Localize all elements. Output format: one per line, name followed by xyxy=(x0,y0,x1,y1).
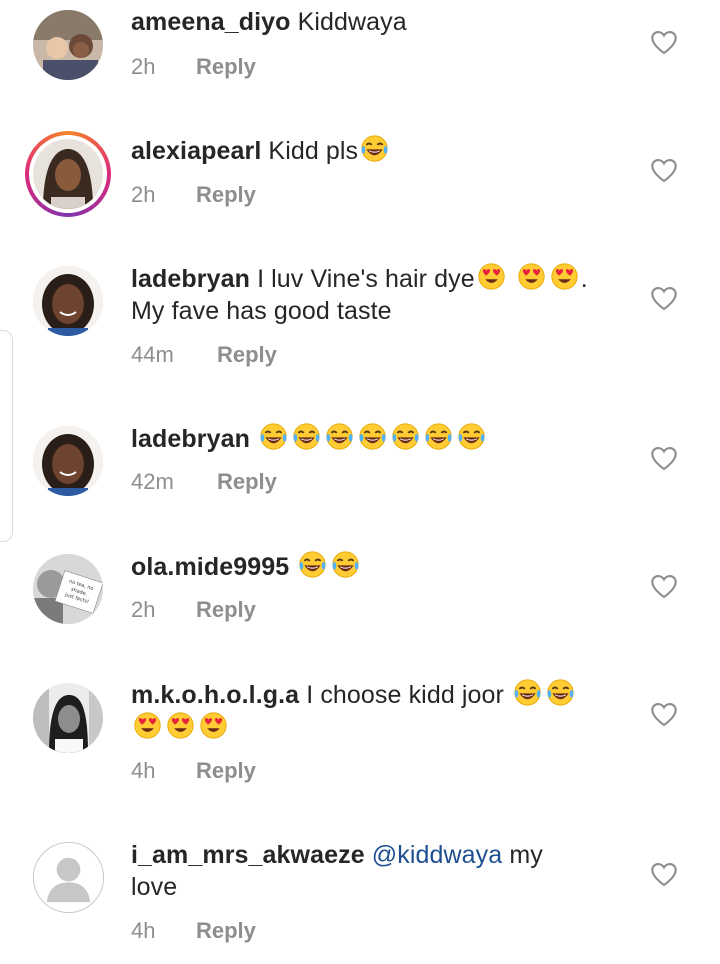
heart-outline-icon[interactable] xyxy=(650,157,678,183)
comment-meta: 2h Reply xyxy=(131,597,256,623)
comment-meta: 44m Reply xyxy=(131,342,277,368)
heart-outline-icon[interactable] xyxy=(650,861,678,887)
avatar[interactable] xyxy=(33,426,103,496)
avatar[interactable] xyxy=(33,683,103,753)
comment-username[interactable]: ladebryan xyxy=(131,425,250,453)
face-with-tears-of-joy-emoji xyxy=(391,422,420,451)
comment-body: my xyxy=(509,841,543,869)
comment-body-line2: My fave has good taste xyxy=(131,297,392,325)
heart-eyes-emoji xyxy=(477,262,506,291)
comment-text: alexiapearl Kidd pls xyxy=(131,134,621,167)
heart-eyes-emoji xyxy=(517,262,546,291)
comment-meta: 42m Reply xyxy=(131,469,277,495)
comment-text: i_am_mrs_akwaeze @kiddwaya my love xyxy=(131,839,621,903)
reply-button[interactable]: Reply xyxy=(196,54,256,80)
avatar[interactable] xyxy=(25,131,111,217)
heart-outline-icon[interactable] xyxy=(650,573,678,599)
reply-button[interactable]: Reply xyxy=(196,182,256,208)
face-with-tears-of-joy-emoji xyxy=(292,422,321,451)
comment-time: 42m xyxy=(131,469,174,494)
face-with-tears-of-joy-emoji xyxy=(325,422,354,451)
heart-outline-icon[interactable] xyxy=(650,285,678,311)
reply-button[interactable]: Reply xyxy=(217,342,277,368)
reply-button[interactable]: Reply xyxy=(196,758,256,784)
reply-button[interactable]: Reply xyxy=(196,597,256,623)
face-with-tears-of-joy-emoji xyxy=(298,550,327,579)
comment-body: Kidd pls xyxy=(268,137,359,165)
face-with-tears-of-joy-emoji xyxy=(457,422,486,451)
comment-body: I luv Vine's hair dye xyxy=(257,265,475,293)
comment-username[interactable]: m.k.o.h.o.l.g.a xyxy=(131,681,299,709)
comment-time: 44m xyxy=(131,342,174,367)
comment-username[interactable]: alexiapearl xyxy=(131,137,261,165)
face-with-tears-of-joy-emoji xyxy=(331,550,360,579)
avatar[interactable] xyxy=(33,10,103,80)
comment-meta: 2h Reply xyxy=(131,182,256,208)
avatar[interactable] xyxy=(33,266,103,336)
heart-outline-icon[interactable] xyxy=(650,445,678,471)
avatar[interactable]: no tea, noshade,just facts! xyxy=(33,554,103,624)
comment-meta: 4h Reply xyxy=(131,758,256,784)
comment-body: Kiddwaya xyxy=(297,8,407,36)
heart-outline-icon[interactable] xyxy=(650,701,678,727)
face-with-tears-of-joy-emoji xyxy=(358,422,387,451)
comment-username[interactable]: i_am_mrs_akwaeze xyxy=(131,841,365,869)
heart-outline-icon[interactable] xyxy=(650,29,678,55)
side-panel-edge xyxy=(0,330,13,542)
heart-eyes-emoji xyxy=(133,711,162,740)
comment-time: 2h xyxy=(131,182,156,207)
comment-meta: 2h Reply xyxy=(131,54,256,80)
comment-username[interactable]: ladebryan xyxy=(131,265,250,293)
comment-text: ameena_diyo Kiddwaya xyxy=(131,6,621,38)
heart-eyes-emoji xyxy=(166,711,195,740)
comment-username[interactable]: ola.mide9995 xyxy=(131,553,289,581)
comment-text: ola.mide9995 xyxy=(131,550,621,583)
comment-time: 2h xyxy=(131,597,156,622)
comment-text: m.k.o.h.o.l.g.a I choose kidd joor xyxy=(131,678,621,744)
comment-text: ladebryan xyxy=(131,422,621,455)
face-with-tears-of-joy-emoji xyxy=(546,678,575,707)
comment-body-line2: love xyxy=(131,873,178,901)
face-with-tears-of-joy-emoji xyxy=(360,134,389,163)
heart-eyes-emoji xyxy=(550,262,579,291)
avatar[interactable] xyxy=(33,842,104,913)
face-with-tears-of-joy-emoji xyxy=(513,678,542,707)
comment-meta: 4h Reply xyxy=(131,918,256,944)
comment-time: 4h xyxy=(131,918,156,943)
comment-body-end: . xyxy=(580,265,588,293)
mention-link[interactable]: @kiddwaya xyxy=(372,841,503,869)
heart-eyes-emoji xyxy=(199,711,228,740)
reply-button[interactable]: Reply xyxy=(196,918,256,944)
comment-text: ladebryan I luv Vine's hair dye . My fav… xyxy=(131,262,621,327)
comment-time: 4h xyxy=(131,758,156,783)
face-with-tears-of-joy-emoji xyxy=(259,422,288,451)
face-with-tears-of-joy-emoji xyxy=(424,422,453,451)
comment-body: I choose kidd joor xyxy=(306,681,504,709)
comment-username[interactable]: ameena_diyo xyxy=(131,8,291,36)
comment-time: 2h xyxy=(131,54,156,79)
reply-button[interactable]: Reply xyxy=(217,469,277,495)
